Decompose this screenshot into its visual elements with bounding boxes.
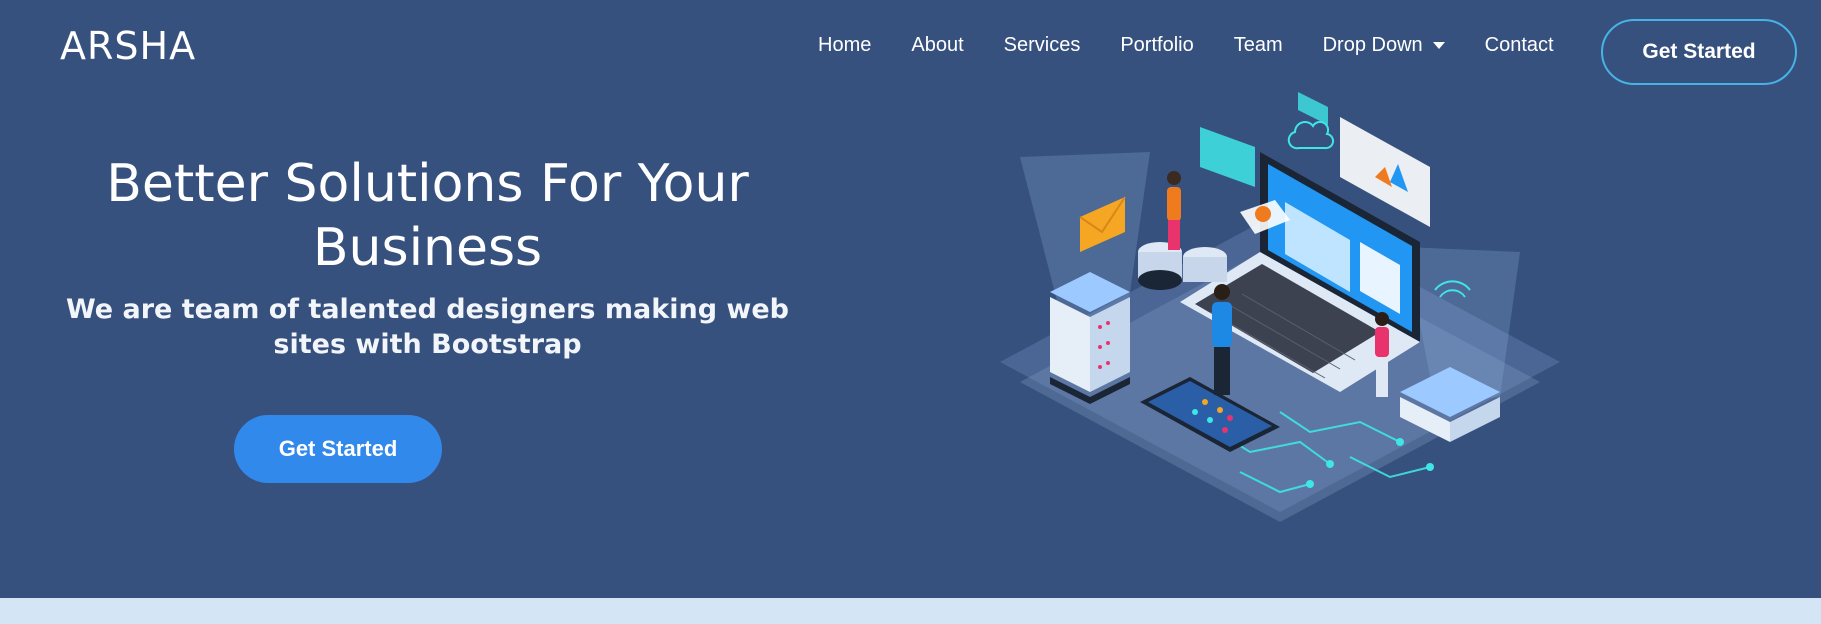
main-nav: Home About Services Portfolio Team Drop …	[818, 34, 1554, 57]
next-section-edge	[0, 598, 1821, 624]
nav-label: Contact	[1484, 34, 1554, 56]
nav-portfolio[interactable]: Portfolio	[1120, 34, 1193, 57]
hero-subtitle: We are team of talented designers making…	[65, 294, 789, 360]
nav-team[interactable]: Team	[1234, 34, 1283, 57]
hero-text: Better Solutions For Your Business We ar…	[60, 152, 795, 362]
nav-label: Services	[1003, 34, 1081, 56]
hero-title: Better Solutions For Your Business	[106, 154, 749, 278]
caret-down-icon	[1432, 42, 1445, 49]
nav-services[interactable]: Services	[1004, 34, 1081, 57]
isometric-tech-illustration	[1000, 92, 1560, 522]
site-header: ARSHA Home About Services Portfolio Team…	[0, 0, 1821, 100]
nav-label: Home	[818, 34, 872, 56]
nav-contact[interactable]: Contact	[1485, 34, 1554, 57]
nav-label: Team	[1233, 34, 1283, 56]
nav-label: Drop Down	[1322, 34, 1423, 56]
header-get-started-button[interactable]: Get Started	[1601, 19, 1797, 85]
nav-about[interactable]: About	[911, 34, 963, 57]
nav-dropdown[interactable]: Drop Down	[1323, 34, 1445, 57]
logo[interactable]: ARSHA	[60, 24, 196, 68]
hero-get-started-button[interactable]: Get Started	[234, 415, 442, 483]
nav-label: Portfolio	[1120, 34, 1194, 56]
nav-home[interactable]: Home	[818, 34, 871, 57]
nav-label: About	[911, 34, 964, 56]
